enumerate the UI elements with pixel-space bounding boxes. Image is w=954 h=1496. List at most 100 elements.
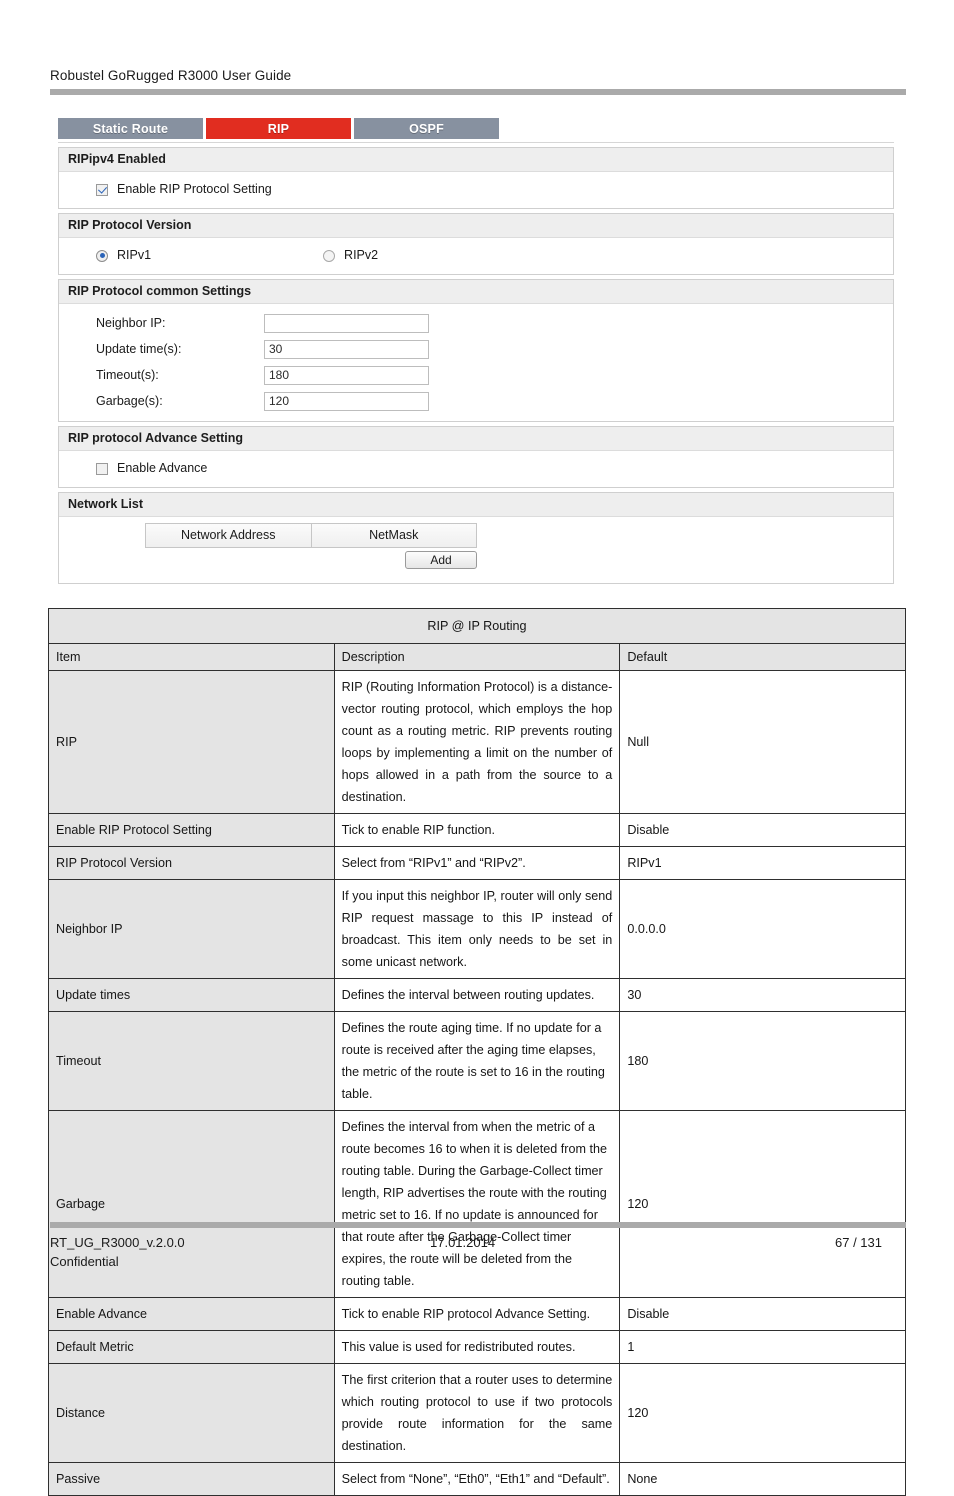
row-default: Null <box>619 670 906 814</box>
row-item: Neighbor IP <box>48 879 335 979</box>
panel-network-list: Network List Network Address NetMask Add <box>58 492 894 584</box>
row-item: Default Metric <box>48 1330 335 1364</box>
radio-label-ripv2: RIPv2 <box>344 248 379 262</box>
radio-icon-ripv1[interactable] <box>96 249 108 262</box>
radio-icon-ripv2[interactable] <box>323 249 336 262</box>
column-header-default: Default <box>619 643 906 671</box>
footer-date: 17.01.2014 <box>430 1235 496 1250</box>
rip-reference-table: RIP @ IP Routing Item Description Defaul… <box>48 608 906 1496</box>
column-header-item: Item <box>48 643 335 671</box>
checkbox-icon-enable-advance[interactable] <box>96 462 108 475</box>
input-timeout[interactable] <box>264 365 429 385</box>
table-row: RIP RIP (Routing Information Protocol) i… <box>48 670 906 814</box>
footer-classification: Confidential <box>50 1254 119 1269</box>
tab-ospf[interactable]: OSPF <box>354 118 499 139</box>
column-header-description: Description <box>333 643 621 671</box>
row-item: Distance <box>48 1363 335 1463</box>
table-row: Enable RIP Protocol Setting Tick to enab… <box>48 813 906 847</box>
rip-version-radio-group: RIPv1 RIPv2 <box>59 244 893 267</box>
row-default: None <box>619 1462 906 1496</box>
row-item: Enable Advance <box>48 1297 335 1331</box>
row-default: 120 <box>619 1363 906 1463</box>
row-item: Enable RIP Protocol Setting <box>48 813 335 847</box>
footer-page-number: 67 / 131 <box>835 1235 882 1250</box>
panel-title-advance: RIP protocol Advance Setting <box>59 427 893 451</box>
panel-body-version: RIPv1 RIPv2 <box>59 238 893 274</box>
header-divider <box>50 89 906 95</box>
table-title: RIP @ IP Routing <box>48 608 906 644</box>
routing-tabbar: Static Route RIP OSPF <box>58 118 894 139</box>
row-description: Select from “RIPv1” and “RIPv2”. <box>333 846 621 880</box>
enable-rip-protocol-row[interactable]: Enable RIP Protocol Setting <box>59 178 893 201</box>
footer-doc-id: RT_UG_R3000_v.2.0.0 <box>50 1235 185 1250</box>
enable-advance-row[interactable]: Enable Advance <box>59 457 893 480</box>
footer-divider <box>50 1222 906 1228</box>
panel-body-advance: Enable Advance <box>59 451 893 487</box>
row-item: RIP Protocol Version <box>48 846 335 880</box>
table-row: Passive Select from “None”, “Eth0”, “Eth… <box>48 1462 906 1496</box>
tab-static-route[interactable]: Static Route <box>58 118 203 139</box>
row-default: 30 <box>619 978 906 1012</box>
panel-rip-common-settings: RIP Protocol common Settings Neighbor IP… <box>58 279 894 422</box>
row-description: Tick to enable RIP function. <box>333 813 621 847</box>
enable-rip-protocol-label: Enable RIP Protocol Setting <box>117 182 272 196</box>
table-title-row: RIP @ IP Routing <box>48 608 906 644</box>
network-list-actions: Add <box>145 551 477 569</box>
table-row: Timeout Defines the route aging time. If… <box>48 1011 906 1111</box>
input-garbage[interactable] <box>264 391 429 411</box>
table-row: Enable Advance Tick to enable RIP protoc… <box>48 1297 906 1331</box>
row-default: 1 <box>619 1330 906 1364</box>
input-neighbor-ip[interactable] <box>264 313 429 333</box>
row-description: RIP (Routing Information Protocol) is a … <box>333 670 621 814</box>
table-row: RIP Protocol Version Select from “RIPv1”… <box>48 846 906 880</box>
panel-body-network-list: Network Address NetMask Add <box>59 517 893 583</box>
table-row: Distance The first criterion that a rout… <box>48 1363 906 1463</box>
column-header-network-address: Network Address <box>146 524 311 547</box>
row-default: 0.0.0.0 <box>619 879 906 979</box>
page-header: Robustel GoRugged R3000 User Guide <box>50 68 906 95</box>
panel-title-ripipv4: RIPipv4 Enabled <box>59 148 893 172</box>
row-description: Defines the interval from when the metri… <box>333 1110 621 1298</box>
radio-option-ripv2[interactable]: RIPv2 <box>323 247 378 264</box>
row-item: Garbage <box>48 1110 335 1298</box>
panel-body-common: Neighbor IP: Update time(s): Timeout(s):… <box>59 304 893 421</box>
field-row-neighbor-ip: Neighbor IP: <box>59 310 893 336</box>
label-garbage: Garbage(s): <box>96 394 163 408</box>
panel-rip-protocol-version: RIP Protocol Version RIPv1 RIPv2 <box>58 213 894 275</box>
panel-rip-advance-setting: RIP protocol Advance Setting Enable Adva… <box>58 426 894 488</box>
label-neighbor-ip: Neighbor IP: <box>96 316 166 330</box>
label-timeout: Timeout(s): <box>96 368 159 382</box>
field-row-timeout: Timeout(s): <box>59 362 893 388</box>
row-item: Timeout <box>48 1011 335 1111</box>
row-item: Passive <box>48 1462 335 1496</box>
row-description: This value is used for redistributed rou… <box>333 1330 621 1364</box>
row-default: Disable <box>619 813 906 847</box>
panel-title-common: RIP Protocol common Settings <box>59 280 893 304</box>
row-description: Defines the route aging time. If no upda… <box>333 1011 621 1111</box>
add-button[interactable]: Add <box>405 551 477 569</box>
panel-ripipv4-enabled: RIPipv4 Enabled Enable RIP Protocol Sett… <box>58 147 894 209</box>
row-description: Tick to enable RIP protocol Advance Sett… <box>333 1297 621 1331</box>
row-default: 120 <box>619 1110 906 1298</box>
network-list-table: Network Address NetMask <box>145 523 477 548</box>
table-row: Neighbor IP If you input this neighbor I… <box>48 879 906 979</box>
radio-option-ripv1[interactable]: RIPv1 <box>96 247 151 264</box>
row-description: Defines the interval between routing upd… <box>333 978 621 1012</box>
panel-body-ripipv4: Enable RIP Protocol Setting <box>59 172 893 208</box>
label-update-time: Update time(s): <box>96 342 182 356</box>
tabbar-underline <box>58 139 894 143</box>
input-update-time[interactable] <box>264 339 429 359</box>
row-item: Update times <box>48 978 335 1012</box>
row-description: Select from “None”, “Eth0”, “Eth1” and “… <box>333 1462 621 1496</box>
panel-title-version: RIP Protocol Version <box>59 214 893 238</box>
tab-rip[interactable]: RIP <box>206 118 351 139</box>
router-web-ui: Static Route RIP OSPF RIPipv4 Enabled En… <box>58 118 894 584</box>
row-default: Disable <box>619 1297 906 1331</box>
radio-label-ripv1: RIPv1 <box>117 248 152 262</box>
footer-main-line: RT_UG_R3000_v.2.0.0 17.01.2014 67 / 131 <box>50 1235 906 1250</box>
row-item: RIP <box>48 670 335 814</box>
page-title: Robustel GoRugged R3000 User Guide <box>50 68 292 83</box>
row-description: The first criterion that a router uses t… <box>333 1363 621 1463</box>
checkbox-icon-enable-rip[interactable] <box>96 183 108 196</box>
table-row: Update times Defines the interval betwee… <box>48 978 906 1012</box>
